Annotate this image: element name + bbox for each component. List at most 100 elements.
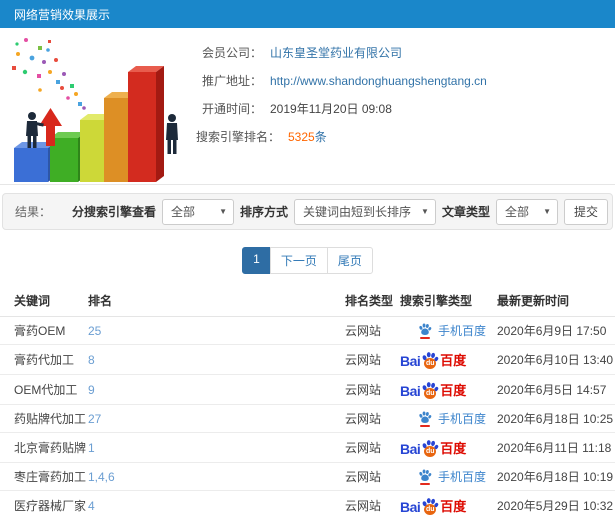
keyword-cell: 枣庄膏药加工 (0, 462, 88, 491)
table-row: 枣庄膏药加工 1,4,6 云网站 手机百度 2020年6月18日 10:19 (0, 462, 615, 491)
engine-rank-label: 搜索引擎排名： (195, 130, 280, 144)
engine-cell: 手机百度 (400, 404, 497, 433)
mobile-baidu-badge[interactable]: 手机百度 (418, 322, 486, 339)
table-row: 膏药OEM 25 云网站 手机百度 2020年6月9日 17:50 (0, 316, 615, 345)
results-table-header-row: 关键词 排名 排名类型 搜索引擎类型 最新更新时间 (0, 284, 615, 317)
rank-link[interactable]: 1 (88, 441, 95, 455)
baidu-logo-text: 百度 (440, 383, 467, 398)
article-type-label: 文章类型 (441, 205, 490, 219)
baidu-logo-bai-text: Bai (400, 499, 421, 515)
mobile-baidu-icon (418, 410, 432, 427)
update-time-cell: 2020年6月9日 17:50 (497, 316, 615, 345)
mobile-baidu-badge[interactable]: 手机百度 (418, 468, 486, 485)
mobile-baidu-icon (418, 468, 432, 485)
growth-chart-illustration (0, 28, 190, 184)
rank-type-cell: 云网站 (345, 432, 400, 463)
table-row: 膏药代加工 8 云网站 Bai du 百度 2020年6月10日 13:40 (0, 344, 615, 375)
baidu-logo-icon: du (421, 439, 439, 457)
article-type-selected: 全部 (504, 205, 529, 219)
engine-view-label: 分搜索引擎查看 (72, 205, 157, 219)
engine-view-select[interactable]: 全部 ▼ (162, 198, 235, 225)
rank-link[interactable]: 4 (88, 499, 95, 513)
engine-cell: 手机百度 (400, 462, 497, 491)
member-company-row: 会员公司： 山东皇圣堂药业有限公司 (190, 39, 615, 66)
rank-link[interactable]: 27 (88, 412, 101, 426)
mobile-baidu-text: 手机百度 (438, 470, 487, 484)
engine-view-selected: 全部 (171, 205, 196, 219)
update-time-header: 最新更新时间 (497, 284, 615, 317)
article-type-select[interactable]: 全部 ▼ (495, 198, 558, 225)
promo-url-row: 推广地址： http://www.shandonghuangshengtang.… (190, 67, 615, 94)
rank-link[interactable]: 9 (88, 383, 95, 397)
submit-button[interactable]: 提交 (563, 198, 608, 225)
update-time-cell: 2020年6月11日 11:18 (497, 432, 615, 463)
table-row: OEM代加工 9 云网站 Bai du 百度 2020年6月5日 14:57 (0, 374, 615, 405)
baidu-logo-bai-text: Bai (400, 383, 421, 399)
rank-type-header: 排名类型 (345, 284, 400, 317)
baidu-logo-text: 百度 (440, 441, 467, 456)
results-table: 关键词 排名 排名类型 搜索引擎类型 最新更新时间 膏药OEM 25 云网站 手… (0, 284, 615, 520)
baidu-logo-icon: du (421, 497, 439, 515)
page-1-button[interactable]: 1 (242, 247, 271, 274)
rank-header: 排名 (88, 284, 345, 317)
rank-link[interactable]: 8 (88, 353, 95, 367)
engine-cell: Bai du 百度 (400, 432, 497, 463)
sort-label: 排序方式 (240, 205, 289, 219)
promo-url-label: 推广地址： (201, 74, 262, 88)
update-time-cell: 2020年5月29日 10:32 (497, 490, 615, 520)
rank-type-cell: 云网站 (345, 344, 400, 375)
baidu-underline-mark (420, 336, 430, 339)
engine-type-header: 搜索引擎类型 (400, 284, 497, 317)
baidu-logo-icon: du (421, 351, 439, 369)
mobile-baidu-text: 手机百度 (438, 324, 487, 338)
member-info-list: 会员公司： 山东皇圣堂药业有限公司 推广地址： http://www.shand… (190, 28, 615, 184)
rank-link[interactable]: 25 (88, 324, 101, 338)
promo-url-link[interactable]: http://www.shandonghuangshengtang.cn (270, 74, 487, 88)
baidu-underline-mark (420, 424, 430, 427)
pagination: 1 下一页 尾页 (0, 247, 615, 274)
baidu-logo-text: 百度 (440, 499, 467, 514)
open-time-value: 2019年11月20日 09:08 (270, 102, 392, 116)
engine-rank-row: 搜索引擎排名： 5325条 (190, 123, 615, 150)
mobile-baidu-badge[interactable]: 手机百度 (418, 410, 486, 427)
table-row: 药贴牌代加工 27 云网站 手机百度 2020年6月18日 10:25 (0, 404, 615, 433)
sort-select[interactable]: 关键词由短到长排序 ▼ (294, 198, 436, 225)
baidu-logo-badge[interactable]: Bai du 百度 (400, 380, 466, 399)
filter-panel: 结果： 分搜索引擎查看 全部 ▼ 排序方式 关键词由短到长排序 ▼ 文章类型 全… (2, 193, 613, 230)
last-page-button[interactable]: 尾页 (326, 247, 373, 274)
filter-controls: 分搜索引擎查看 全部 ▼ 排序方式 关键词由短到长排序 ▼ 文章类型 全部 ▼ … (72, 198, 608, 225)
rank-type-cell: 云网站 (345, 374, 400, 405)
keyword-cell: 膏药代加工 (0, 344, 88, 375)
baidu-logo-badge[interactable]: Bai du 百度 (400, 350, 466, 369)
mobile-baidu-text: 手机百度 (438, 412, 487, 426)
update-time-cell: 2020年6月10日 13:40 (497, 344, 615, 375)
baidu-logo-badge[interactable]: Bai du 百度 (400, 438, 466, 457)
baidu-logo-badge[interactable]: Bai du 百度 (400, 496, 466, 515)
keyword-cell: 膏药OEM (0, 316, 88, 345)
update-time-cell: 2020年6月18日 10:25 (497, 404, 615, 433)
member-company-label: 会员公司： (201, 46, 262, 60)
engine-cell: Bai du 百度 (400, 374, 497, 405)
next-page-button[interactable]: 下一页 (269, 247, 328, 274)
member-info-section: 会员公司： 山东皇圣堂药业有限公司 推广地址： http://www.shand… (0, 28, 615, 185)
result-label: 结果： (15, 205, 52, 219)
mobile-baidu-icon (418, 322, 432, 339)
engine-cell: 手机百度 (400, 316, 497, 345)
engine-rank-suffix: 条 (314, 130, 327, 144)
confetti-dots (12, 38, 86, 110)
rank-link[interactable]: 1,4,6 (88, 470, 115, 484)
update-time-cell: 2020年6月18日 10:19 (497, 462, 615, 491)
member-company-link[interactable]: 山东皇圣堂药业有限公司 (270, 44, 402, 61)
engine-cell: Bai du 百度 (400, 344, 497, 375)
keyword-cell: 医疗器械厂家 (0, 490, 88, 520)
baidu-logo-bai-text: Bai (400, 353, 421, 369)
rank-type-cell: 云网站 (345, 490, 400, 520)
update-time-cell: 2020年6月5日 14:57 (497, 374, 615, 405)
businessman-right (166, 114, 178, 154)
table-row: 北京膏药贴牌 1 云网站 Bai du 百度 2020年6月11日 11:18 (0, 432, 615, 463)
engine-rank-count: 5325 (288, 130, 315, 144)
chevron-down-icon: ▼ (543, 207, 551, 216)
rank-type-cell: 云网站 (345, 404, 400, 433)
keyword-header: 关键词 (0, 284, 88, 317)
open-time-label: 开通时间： (201, 102, 262, 116)
